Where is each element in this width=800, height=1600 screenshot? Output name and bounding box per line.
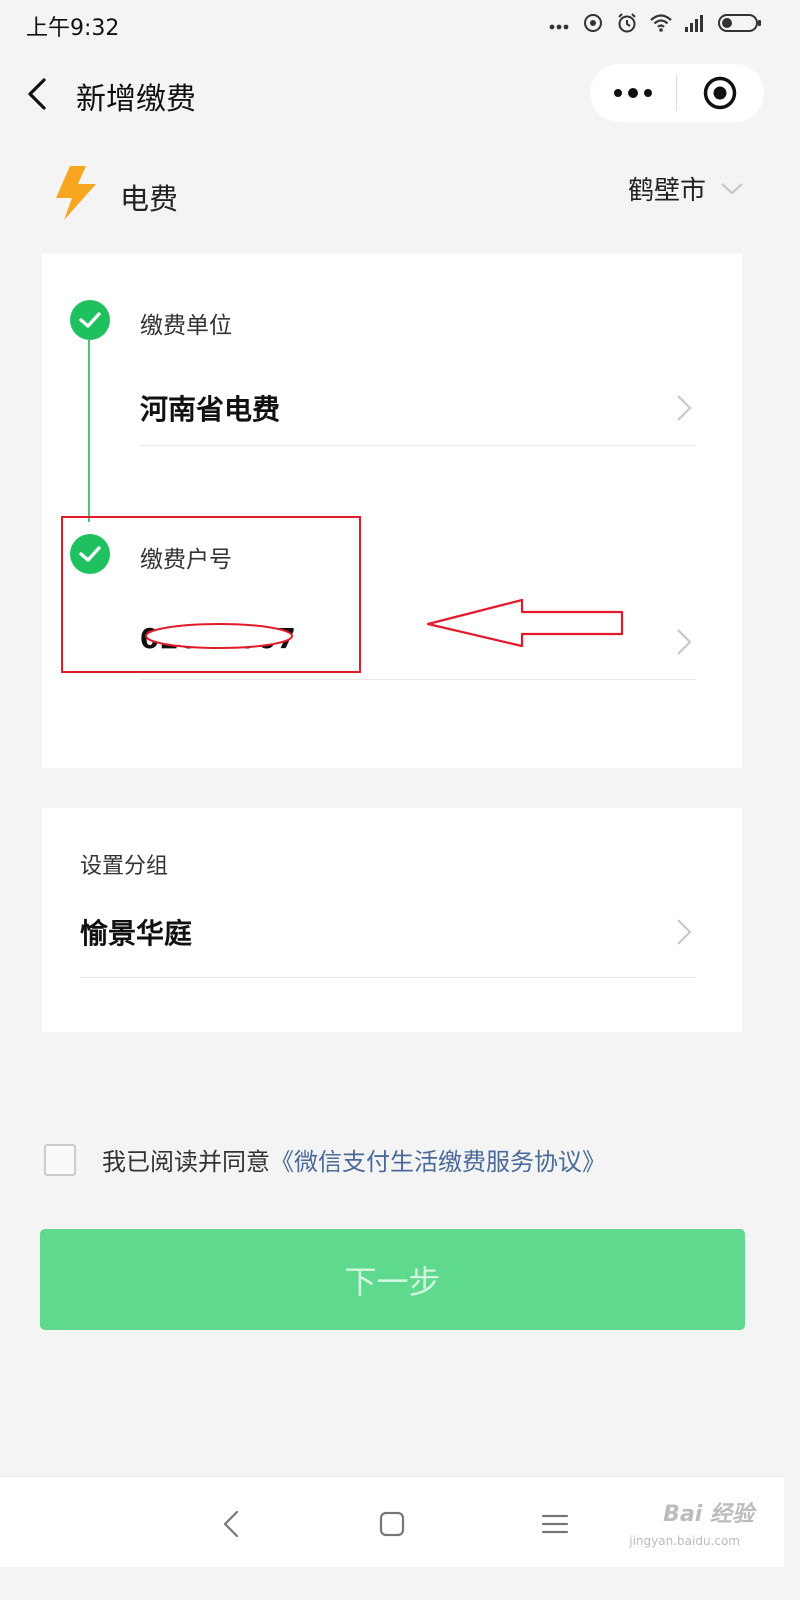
back-button[interactable] [22, 74, 56, 114]
biller-select-row[interactable]: 河南省电费 [140, 374, 696, 446]
lightning-icon [56, 166, 96, 220]
back-arrow-icon [28, 78, 46, 110]
redaction-scribble [145, 623, 293, 649]
group-label: 设置分组 [80, 854, 169, 879]
capsule-close-button[interactable] [677, 64, 763, 122]
baidu-watermark: Bai 经验 [663, 1502, 754, 1527]
signal-icon [685, 15, 703, 32]
target-close-icon [703, 76, 737, 110]
category-label: 电费 [120, 182, 179, 216]
miniprogram-capsule [590, 64, 764, 122]
chevron-right-icon [677, 629, 692, 655]
wifi-icon [650, 14, 672, 32]
more-dots-icon [549, 24, 569, 30]
hotspot-icon [584, 14, 602, 32]
annotation-arrow-icon [426, 598, 624, 648]
nav-back-icon[interactable] [215, 1507, 249, 1541]
status-time: 上午9:32 [26, 16, 120, 41]
city-picker[interactable]: 鹤壁市 [628, 170, 744, 207]
group-select-row[interactable]: 愉景华庭 [80, 898, 696, 978]
alarm-icon [618, 13, 636, 33]
city-name: 鹤壁市 [627, 176, 706, 206]
status-bar: 上午9:32 [0, 0, 784, 50]
agreement-link[interactable]: 《微信支付生活缴费服务协议》 [270, 1148, 606, 1176]
agreement-checkbox[interactable] [44, 1144, 76, 1176]
check-circle-icon [70, 300, 110, 340]
battery-icon [718, 14, 761, 32]
status-icons [548, 12, 762, 34]
chevron-down-icon [721, 182, 743, 194]
baidu-watermark-url: jingyan.baidu.com [629, 1534, 740, 1548]
biller-value: 河南省电费 [140, 393, 281, 426]
step-connector-line [88, 340, 90, 522]
step-label-biller: 缴费单位 [140, 313, 232, 339]
group-value: 愉景华庭 [80, 917, 193, 950]
more-icon [614, 88, 652, 98]
chevron-right-icon [677, 919, 692, 945]
page-title: 新增缴费 [76, 82, 196, 117]
nav-menu-icon[interactable] [538, 1507, 572, 1541]
nav-home-icon[interactable] [375, 1507, 409, 1541]
agreement-text: 我已阅读并同意《微信支付生活缴费服务协议》 [102, 1142, 606, 1177]
next-step-button[interactable]: 下一步 [40, 1229, 745, 1330]
chevron-right-icon [677, 395, 692, 421]
capsule-more-button[interactable] [590, 64, 676, 122]
agreement-prefix: 我已阅读并同意 [102, 1148, 270, 1176]
